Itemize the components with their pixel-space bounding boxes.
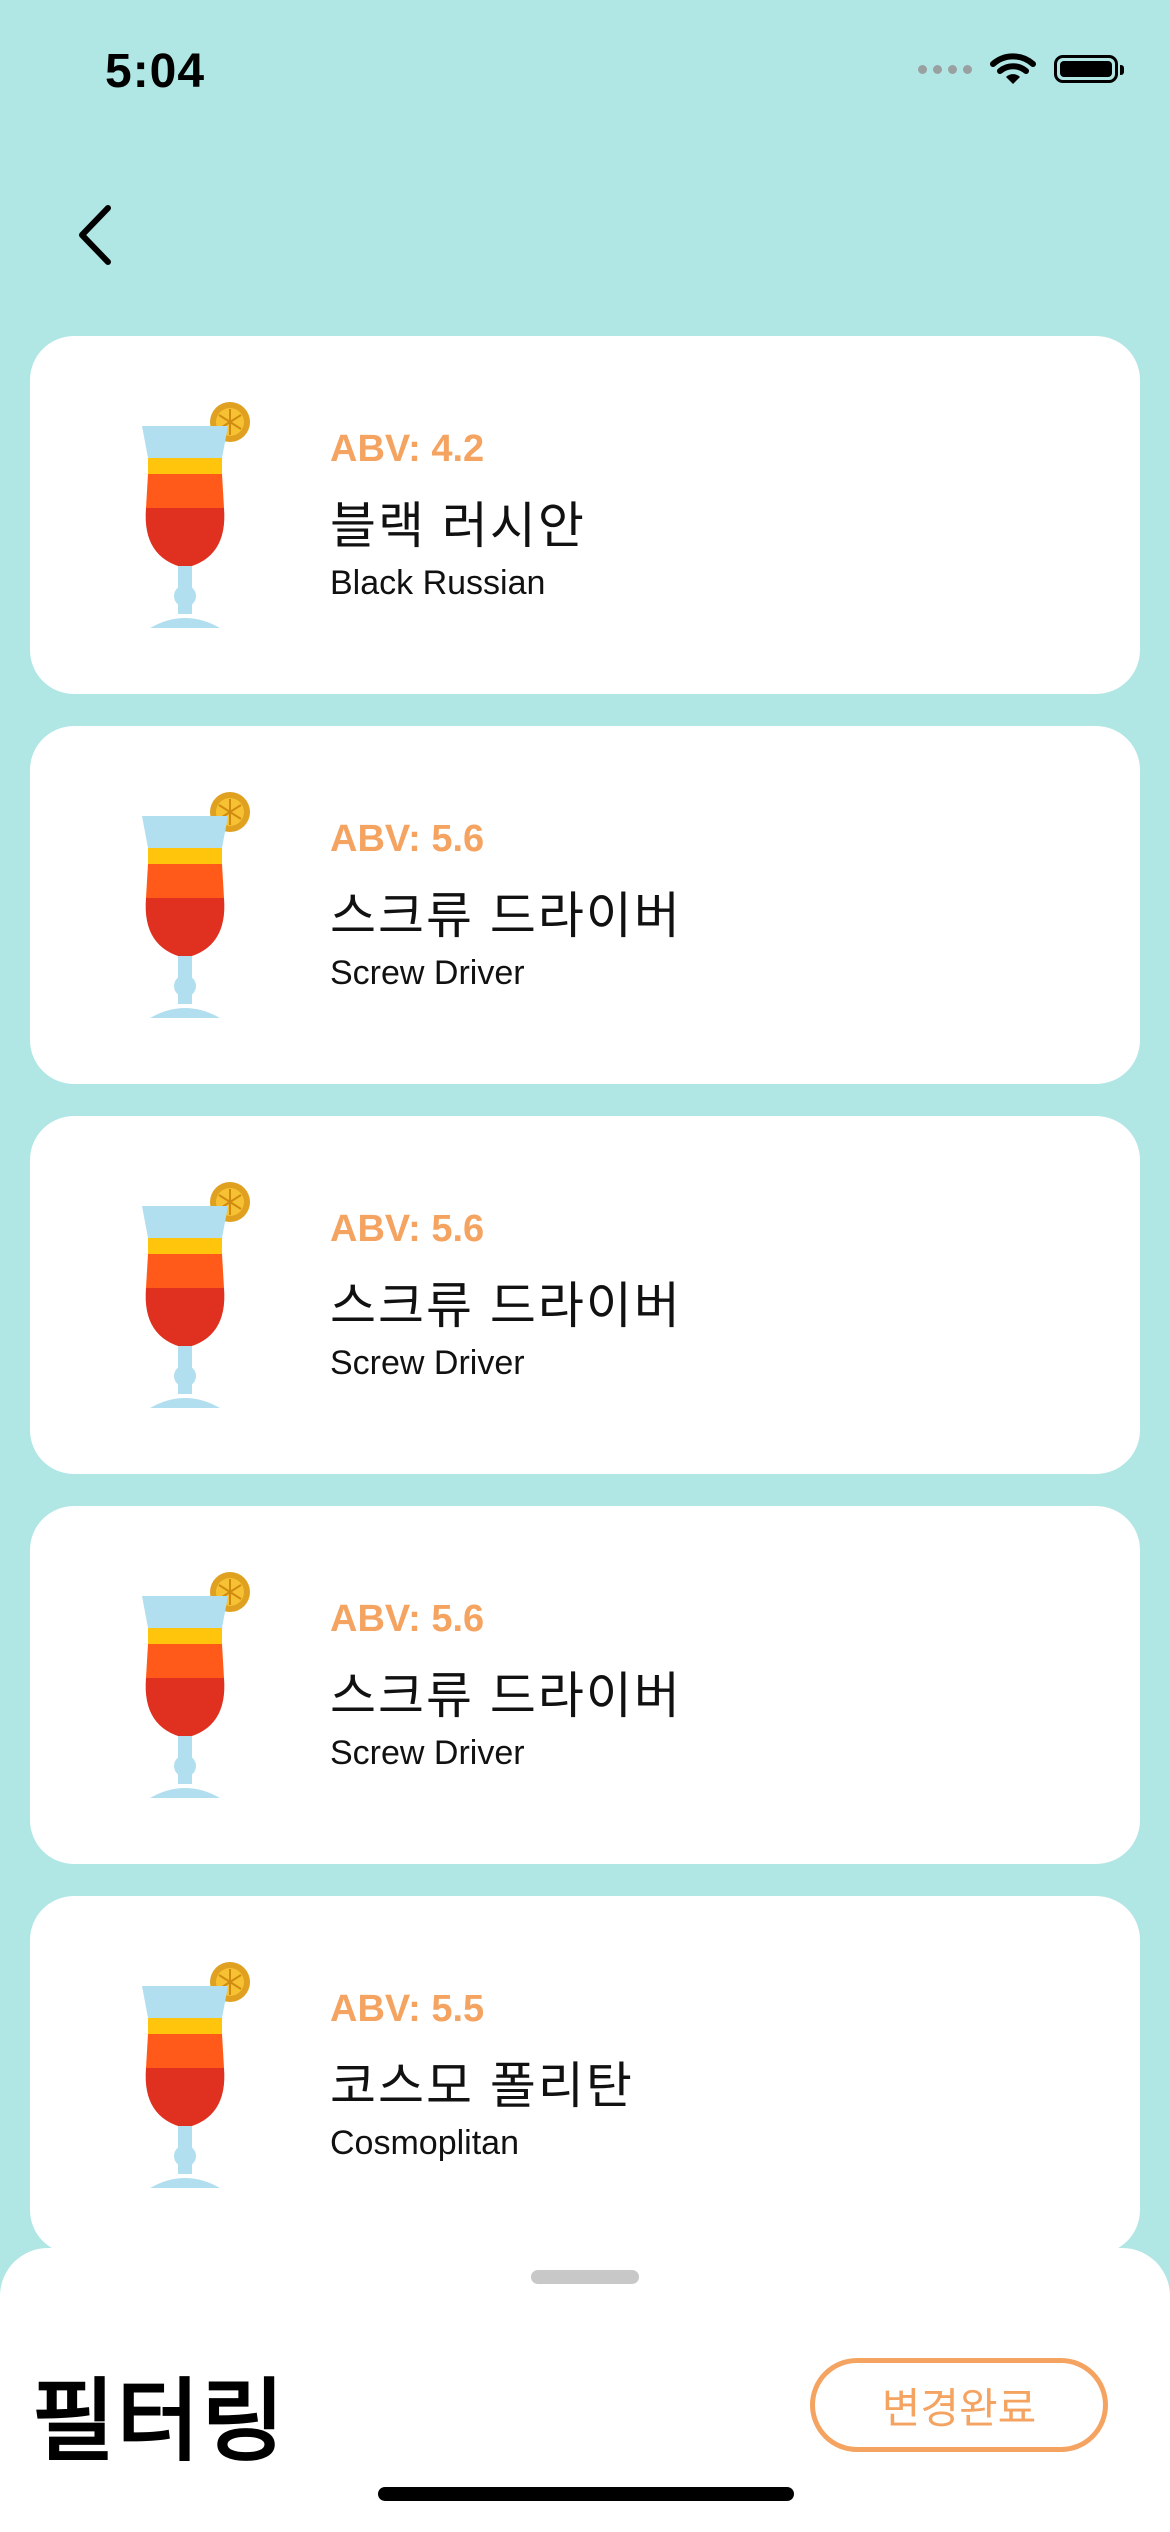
cocktail-card[interactable]: ABV: 5.6 스크류 드라이버 Screw Driver xyxy=(30,1506,1140,1864)
abv-label: ABV: 4.2 xyxy=(330,428,485,470)
chevron-left-icon xyxy=(79,205,111,265)
status-icons xyxy=(918,52,1124,86)
cocktail-name-en: Cosmoplitan xyxy=(330,2124,519,2162)
abv-label: ABV: 5.6 xyxy=(330,818,485,860)
cocktail-name-ko: 스크류 드라이버 xyxy=(330,1278,682,1334)
cocktail-name-en: Screw Driver xyxy=(330,1734,525,1772)
abv-label: ABV: 5.5 xyxy=(330,1988,485,2030)
battery-icon xyxy=(1054,55,1124,83)
cocktail-name-ko: 블랙 러시안 xyxy=(330,498,586,554)
cocktail-name-ko: 스크류 드라이버 xyxy=(330,888,682,944)
apply-changes-button[interactable]: 변경완료 xyxy=(810,2358,1108,2452)
cocktail-name-ko: 스크류 드라이버 xyxy=(330,1668,682,1724)
cocktail-card[interactable]: ABV: 4.2 블랙 러시안 Black Russian xyxy=(30,336,1140,694)
cocktail-glass-icon xyxy=(142,1182,250,1408)
wifi-icon xyxy=(990,53,1036,84)
cocktail-glass-icon xyxy=(142,1572,250,1798)
cocktail-card[interactable]: ABV: 5.5 코스모 폴리탄 Cosmoplitan xyxy=(30,1896,1140,2254)
cocktail-glass-icon xyxy=(142,792,250,1018)
status-time: 5:04 xyxy=(105,45,206,98)
abv-label: ABV: 5.6 xyxy=(330,1598,485,1640)
back-button[interactable] xyxy=(60,200,130,270)
cocktail-name-en: Screw Driver xyxy=(330,954,525,992)
status-bar: 5:04 xyxy=(0,0,1170,150)
cocktail-name-en: Screw Driver xyxy=(330,1344,525,1382)
cellular-signal-icon xyxy=(918,64,972,74)
cocktail-name-en: Black Russian xyxy=(330,564,546,602)
abv-label: ABV: 5.6 xyxy=(330,1208,485,1250)
cocktail-glass-icon xyxy=(142,402,250,628)
cocktail-name-ko: 코스모 폴리탄 xyxy=(330,2058,634,2114)
cocktail-card[interactable]: ABV: 5.6 스크류 드라이버 Screw Driver xyxy=(30,726,1140,1084)
cocktail-glass-icon xyxy=(142,1962,250,2188)
sheet-grabber-handle[interactable] xyxy=(531,2270,639,2284)
home-indicator xyxy=(378,2487,794,2501)
cocktail-card[interactable]: ABV: 5.6 스크류 드라이버 Screw Driver xyxy=(30,1116,1140,1474)
filter-title: 필터링 xyxy=(32,2372,287,2472)
